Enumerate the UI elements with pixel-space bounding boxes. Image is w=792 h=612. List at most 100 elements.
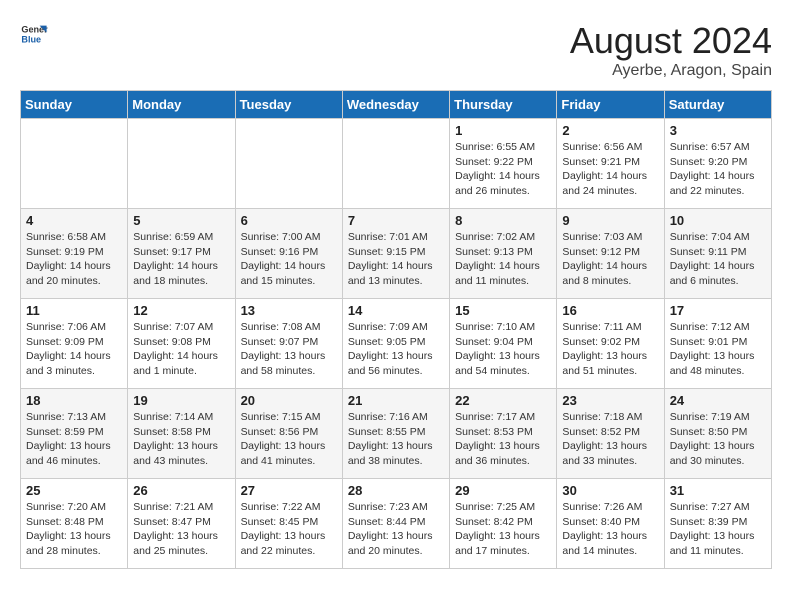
calendar-cell: 21 Sunrise: 7:16 AMSunset: 8:55 PMDayligh…	[342, 389, 449, 479]
day-info: Sunrise: 7:17 AMSunset: 8:53 PMDaylight:…	[455, 410, 551, 469]
day-info: Sunrise: 7:07 AMSunset: 9:08 PMDaylight:…	[133, 320, 229, 379]
calendar-cell: 30 Sunrise: 7:26 AMSunset: 8:40 PMDayligh…	[557, 479, 664, 569]
logo-icon: General Blue	[20, 20, 48, 48]
day-info: Sunrise: 7:01 AMSunset: 9:15 PMDaylight:…	[348, 230, 444, 289]
day-info: Sunrise: 6:55 AMSunset: 9:22 PMDaylight:…	[455, 140, 551, 199]
day-number: 11	[26, 303, 122, 318]
day-info: Sunrise: 7:06 AMSunset: 9:09 PMDaylight:…	[26, 320, 122, 379]
day-number: 24	[670, 393, 766, 408]
day-info: Sunrise: 7:04 AMSunset: 9:11 PMDaylight:…	[670, 230, 766, 289]
day-number: 18	[26, 393, 122, 408]
weekday-header-cell: Tuesday	[235, 91, 342, 119]
calendar-cell: 11 Sunrise: 7:06 AMSunset: 9:09 PMDayligh…	[21, 299, 128, 389]
day-number: 28	[348, 483, 444, 498]
calendar-cell	[128, 119, 235, 209]
weekday-header-cell: Thursday	[450, 91, 557, 119]
day-number: 6	[241, 213, 337, 228]
day-number: 1	[455, 123, 551, 138]
day-info: Sunrise: 7:16 AMSunset: 8:55 PMDaylight:…	[348, 410, 444, 469]
calendar-cell: 22 Sunrise: 7:17 AMSunset: 8:53 PMDayligh…	[450, 389, 557, 479]
calendar-cell: 27Sunrise: 7:22 AMSunset: 8:45 PMDayligh…	[235, 479, 342, 569]
calendar-cell: 18 Sunrise: 7:13 AMSunset: 8:59 PMDayligh…	[21, 389, 128, 479]
calendar-body: 1 Sunrise: 6:55 AMSunset: 9:22 PMDaylight…	[21, 119, 772, 569]
calendar-cell: 28 Sunrise: 7:23 AMSunset: 8:44 PMDayligh…	[342, 479, 449, 569]
day-number: 27	[241, 483, 337, 498]
day-info: Sunrise: 7:13 AMSunset: 8:59 PMDaylight:…	[26, 410, 122, 469]
day-number: 21	[348, 393, 444, 408]
weekday-header-row: SundayMondayTuesdayWednesdayThursdayFrid…	[21, 91, 772, 119]
calendar-cell: 6 Sunrise: 7:00 AMSunset: 9:16 PMDaylight…	[235, 209, 342, 299]
svg-text:Blue: Blue	[21, 34, 41, 44]
day-info: Sunrise: 7:09 AMSunset: 9:05 PMDaylight:…	[348, 320, 444, 379]
calendar-cell: 23Sunrise: 7:18 AMSunset: 8:52 PMDayligh…	[557, 389, 664, 479]
day-info: Sunrise: 7:00 AMSunset: 9:16 PMDaylight:…	[241, 230, 337, 289]
calendar-table: SundayMondayTuesdayWednesdayThursdayFrid…	[20, 90, 772, 569]
day-info: Sunrise: 6:59 AMSunset: 9:17 PMDaylight:…	[133, 230, 229, 289]
day-number: 30	[562, 483, 658, 498]
calendar-cell: 4 Sunrise: 6:58 AMSunset: 9:19 PMDaylight…	[21, 209, 128, 299]
day-number: 31	[670, 483, 766, 498]
calendar-cell: 10 Sunrise: 7:04 AMSunset: 9:11 PMDayligh…	[664, 209, 771, 299]
calendar-week-row: 1 Sunrise: 6:55 AMSunset: 9:22 PMDaylight…	[21, 119, 772, 209]
day-number: 19	[133, 393, 229, 408]
title-block: August 2024 Ayerbe, Aragon, Spain	[570, 20, 772, 80]
day-number: 26	[133, 483, 229, 498]
calendar-cell: 31 Sunrise: 7:27 AMSunset: 8:39 PMDayligh…	[664, 479, 771, 569]
day-number: 20	[241, 393, 337, 408]
day-info: Sunrise: 7:26 AMSunset: 8:40 PMDaylight:…	[562, 500, 658, 559]
weekday-header-cell: Wednesday	[342, 91, 449, 119]
day-number: 25	[26, 483, 122, 498]
calendar-cell: 9Sunrise: 7:03 AMSunset: 9:12 PMDaylight…	[557, 209, 664, 299]
calendar-cell: 8Sunrise: 7:02 AMSunset: 9:13 PMDaylight…	[450, 209, 557, 299]
calendar-cell: 29Sunrise: 7:25 AMSunset: 8:42 PMDayligh…	[450, 479, 557, 569]
calendar-cell	[235, 119, 342, 209]
day-info: Sunrise: 7:23 AMSunset: 8:44 PMDaylight:…	[348, 500, 444, 559]
calendar-cell: 1 Sunrise: 6:55 AMSunset: 9:22 PMDaylight…	[450, 119, 557, 209]
logo: General Blue	[20, 20, 48, 48]
calendar-cell: 24Sunrise: 7:19 AMSunset: 8:50 PMDayligh…	[664, 389, 771, 479]
calendar-cell: 2 Sunrise: 6:56 AMSunset: 9:21 PMDaylight…	[557, 119, 664, 209]
day-number: 4	[26, 213, 122, 228]
day-number: 23	[562, 393, 658, 408]
calendar-cell: 19 Sunrise: 7:14 AMSunset: 8:58 PMDayligh…	[128, 389, 235, 479]
day-number: 15	[455, 303, 551, 318]
calendar-week-row: 18 Sunrise: 7:13 AMSunset: 8:59 PMDayligh…	[21, 389, 772, 479]
day-info: Sunrise: 7:10 AMSunset: 9:04 PMDaylight:…	[455, 320, 551, 379]
day-number: 2	[562, 123, 658, 138]
weekday-header-cell: Monday	[128, 91, 235, 119]
day-info: Sunrise: 7:14 AMSunset: 8:58 PMDaylight:…	[133, 410, 229, 469]
day-info: Sunrise: 6:56 AMSunset: 9:21 PMDaylight:…	[562, 140, 658, 199]
day-number: 22	[455, 393, 551, 408]
day-number: 17	[670, 303, 766, 318]
location-subtitle: Ayerbe, Aragon, Spain	[570, 62, 772, 80]
day-info: Sunrise: 7:11 AMSunset: 9:02 PMDaylight:…	[562, 320, 658, 379]
day-number: 13	[241, 303, 337, 318]
day-info: Sunrise: 7:03 AMSunset: 9:12 PMDaylight:…	[562, 230, 658, 289]
calendar-cell: 12Sunrise: 7:07 AMSunset: 9:08 PMDayligh…	[128, 299, 235, 389]
weekday-header-cell: Saturday	[664, 91, 771, 119]
day-number: 8	[455, 213, 551, 228]
calendar-cell: 16 Sunrise: 7:11 AMSunset: 9:02 PMDayligh…	[557, 299, 664, 389]
month-year-title: August 2024	[570, 20, 772, 62]
calendar-cell: 26 Sunrise: 7:21 AMSunset: 8:47 PMDayligh…	[128, 479, 235, 569]
day-info: Sunrise: 6:57 AMSunset: 9:20 PMDaylight:…	[670, 140, 766, 199]
calendar-cell: 20 Sunrise: 7:15 AMSunset: 8:56 PMDayligh…	[235, 389, 342, 479]
day-number: 16	[562, 303, 658, 318]
day-info: Sunrise: 6:58 AMSunset: 9:19 PMDaylight:…	[26, 230, 122, 289]
calendar-cell: 25Sunrise: 7:20 AMSunset: 8:48 PMDayligh…	[21, 479, 128, 569]
day-number: 14	[348, 303, 444, 318]
calendar-week-row: 25Sunrise: 7:20 AMSunset: 8:48 PMDayligh…	[21, 479, 772, 569]
day-info: Sunrise: 7:27 AMSunset: 8:39 PMDaylight:…	[670, 500, 766, 559]
page-header: General Blue August 2024 Ayerbe, Aragon,…	[20, 20, 772, 80]
calendar-cell: 14 Sunrise: 7:09 AMSunset: 9:05 PMDayligh…	[342, 299, 449, 389]
weekday-header-cell: Sunday	[21, 91, 128, 119]
weekday-header-cell: Friday	[557, 91, 664, 119]
calendar-cell: 17Sunrise: 7:12 AMSunset: 9:01 PMDayligh…	[664, 299, 771, 389]
calendar-cell	[21, 119, 128, 209]
calendar-cell	[342, 119, 449, 209]
day-info: Sunrise: 7:15 AMSunset: 8:56 PMDaylight:…	[241, 410, 337, 469]
day-number: 29	[455, 483, 551, 498]
day-info: Sunrise: 7:21 AMSunset: 8:47 PMDaylight:…	[133, 500, 229, 559]
day-info: Sunrise: 7:08 AMSunset: 9:07 PMDaylight:…	[241, 320, 337, 379]
day-number: 10	[670, 213, 766, 228]
